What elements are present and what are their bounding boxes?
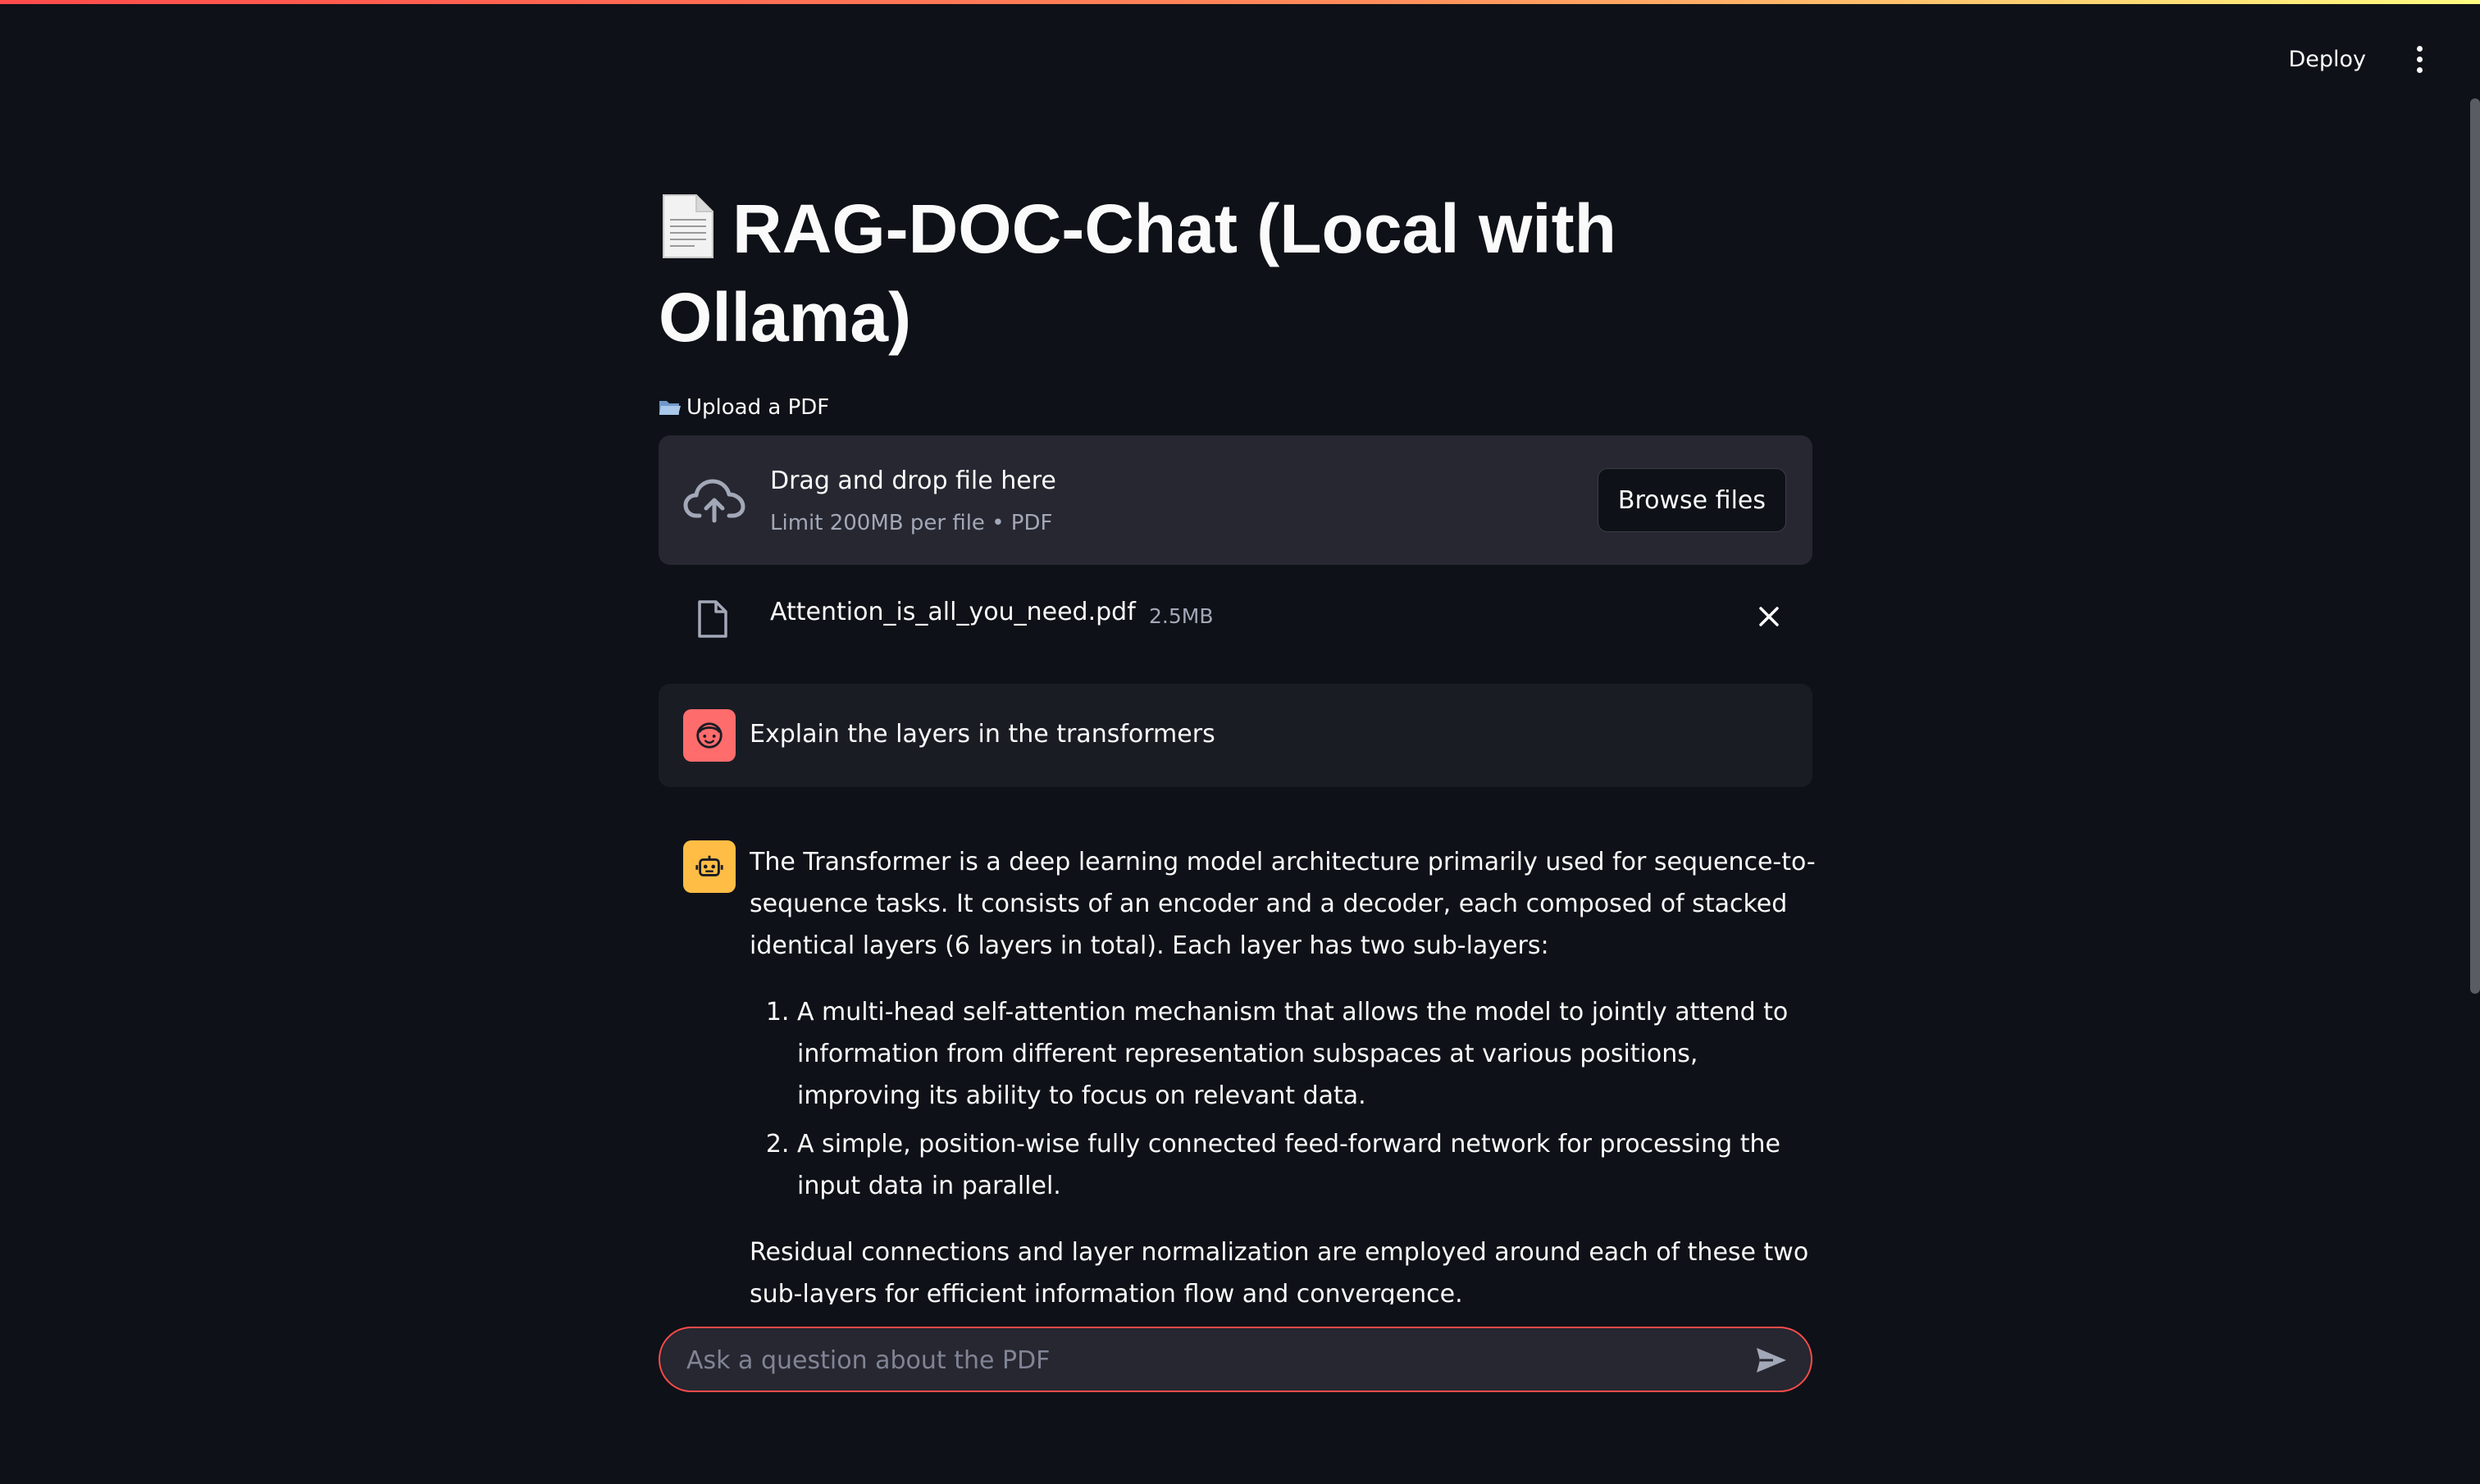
send-icon[interactable] bbox=[1755, 1346, 1788, 1374]
assistant-list-item: A simple, position-wise fully connected … bbox=[797, 1123, 1816, 1207]
page-title: RAG-DOC-Chat (Local with Ollama) bbox=[659, 184, 1812, 362]
uploaded-file-row: Attention_is_all_you_need.pdf 2.5MB bbox=[659, 586, 1812, 647]
user-chat-message: Explain the layers in the transformers bbox=[659, 684, 1812, 787]
assistant-message-body: The Transformer is a deep learning model… bbox=[750, 841, 1816, 1304]
close-icon[interactable] bbox=[1757, 604, 1781, 629]
open-folder-icon bbox=[659, 398, 682, 417]
chat-input-container bbox=[659, 1327, 1812, 1392]
file-dropzone[interactable]: Drag and drop file here Limit 200MB per … bbox=[659, 435, 1812, 565]
robot-icon bbox=[683, 840, 736, 893]
page-facing-up-icon bbox=[659, 192, 718, 261]
file-icon bbox=[698, 600, 727, 638]
uploaded-file-name: Attention_is_all_you_need.pdf bbox=[770, 598, 1136, 626]
assistant-outro: Residual connections and layer normaliza… bbox=[750, 1238, 1809, 1304]
assistant-list-item: A multi-head self-attention mechanism th… bbox=[797, 991, 1816, 1117]
assistant-intro: The Transformer is a deep learning model… bbox=[750, 848, 1816, 960]
page-title-line1: RAG-DOC-Chat (Local with bbox=[732, 190, 1616, 267]
dropzone-limit: Limit 200MB per file • PDF bbox=[770, 511, 1053, 535]
assistant-list: A multi-head self-attention mechanism th… bbox=[750, 991, 1816, 1207]
chat-input[interactable] bbox=[685, 1328, 1738, 1392]
browse-files-button[interactable]: Browse files bbox=[1597, 468, 1786, 532]
top-decoration-bar bbox=[0, 0, 2480, 4]
more-vertical-icon[interactable] bbox=[2409, 39, 2431, 80]
uploader-label: Upload a PDF bbox=[659, 395, 829, 420]
face-icon bbox=[683, 709, 736, 762]
page-title-line2: Ollama) bbox=[659, 279, 912, 356]
user-message-text: Explain the layers in the transformers bbox=[750, 720, 1215, 749]
deploy-button[interactable]: Deploy bbox=[2278, 40, 2376, 79]
scrollbar[interactable] bbox=[2470, 98, 2480, 994]
uploader-label-text: Upload a PDF bbox=[686, 395, 830, 420]
dropzone-instructions: Drag and drop file here bbox=[770, 467, 1056, 495]
cloud-upload-icon bbox=[683, 479, 745, 523]
uploaded-file-size: 2.5MB bbox=[1149, 604, 1214, 628]
app-header-actions: Deploy bbox=[2278, 39, 2431, 80]
